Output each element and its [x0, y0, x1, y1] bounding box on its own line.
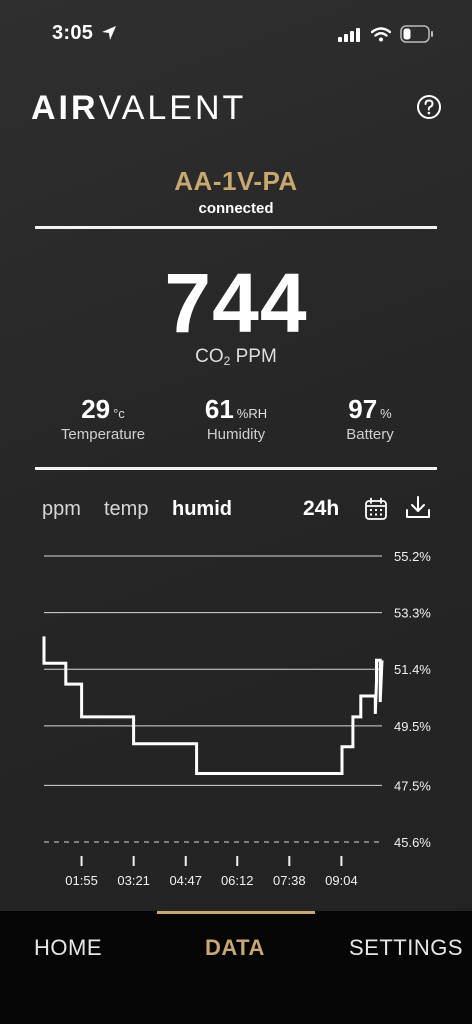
time-range-button[interactable]: 24h — [303, 497, 339, 521]
brand-logo: AIRVALENT — [31, 88, 246, 128]
x-tick-label: 01:55 — [65, 873, 98, 888]
brand-light: VALENT — [98, 89, 247, 127]
battery-unit: % — [380, 406, 392, 421]
humidity-unit: %RH — [236, 406, 268, 421]
humidity-value: 61 — [204, 394, 234, 424]
humidity-chart: 55.2% 53.3% 51.4% 49.5% 47.5% 45.6% 01:55 03:2… — [42, 549, 431, 888]
y-tick-label: 53.3% — [394, 606, 431, 621]
temperature-unit: °c — [113, 406, 125, 421]
divider — [35, 226, 437, 229]
x-tick-label: 04:47 — [169, 873, 202, 888]
y-tick-label: 49.5% — [394, 719, 431, 734]
x-tick-label: 09:04 — [325, 873, 358, 888]
wifi-icon — [371, 27, 391, 42]
nav-active-indicator — [157, 911, 315, 914]
location-arrow-icon — [102, 26, 116, 40]
tab-ppm[interactable]: ppm — [42, 498, 81, 521]
nav-settings[interactable]: SETTINGS — [349, 935, 463, 961]
nav-home[interactable]: HOME — [34, 935, 102, 961]
temperature-label: Temperature — [60, 426, 146, 443]
y-tick-label: 45.6% — [394, 835, 431, 850]
co2-unit-prefix: CO — [195, 346, 224, 367]
tab-temp[interactable]: temp — [104, 498, 148, 521]
brand-bold: AIR — [31, 89, 99, 127]
y-tick-label: 47.5% — [394, 778, 431, 793]
bottom-nav — [0, 911, 472, 1024]
battery-value: 97 — [348, 394, 378, 424]
co2-unit-suffix: PPM — [230, 346, 277, 367]
x-tick-label: 03:21 — [117, 873, 150, 888]
temperature-value: 29 — [81, 394, 111, 424]
tab-humid[interactable]: humid — [172, 498, 232, 521]
nav-data[interactable]: DATA — [205, 935, 265, 961]
calendar-icon[interactable] — [364, 497, 388, 521]
device-connection-status: connected — [198, 200, 274, 217]
co2-reading-value: 744 — [164, 256, 308, 350]
download-icon[interactable] — [405, 495, 431, 521]
status-time: 3:05 — [52, 22, 94, 44]
battery-label: Battery — [346, 426, 394, 443]
humidity-series-line — [42, 636, 384, 775]
y-tick-label: 51.4% — [394, 662, 431, 677]
device-name: AA-1V-PA — [174, 166, 298, 196]
temperature-stat: 29 °c Temperature — [28, 394, 178, 443]
x-tick-label: 07:38 — [273, 873, 306, 888]
battery-stat: 97% Battery — [295, 394, 445, 443]
cellular-signal-icon — [338, 28, 360, 42]
humidity-label: Humidity — [206, 426, 266, 443]
battery-icon — [400, 25, 433, 43]
co2-unit-label: CO2 PPM — [0, 346, 472, 368]
x-tick-label: 06:12 — [221, 873, 254, 888]
humidity-stat: 61 %RH Humidity — [161, 394, 311, 443]
divider — [35, 467, 437, 470]
y-tick-label: 55.2% — [394, 549, 431, 564]
help-icon[interactable] — [416, 94, 442, 120]
